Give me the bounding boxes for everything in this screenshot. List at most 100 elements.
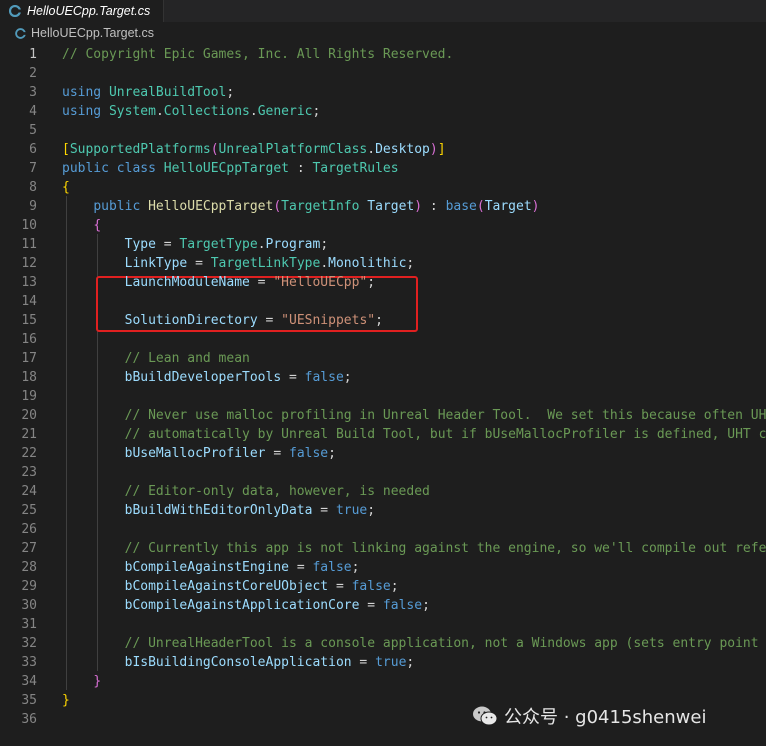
code-token: TargetType xyxy=(179,237,258,252)
line-number: 27 xyxy=(21,541,37,556)
code-token: ; xyxy=(367,503,376,518)
code-text: { xyxy=(62,178,70,197)
code-token: . xyxy=(257,237,266,252)
code-token: { xyxy=(93,218,102,233)
line-number: 9 xyxy=(29,199,37,214)
code-editor[interactable]: 1 // Copyright Epic Games, Inc. All Right… xyxy=(0,44,766,746)
code-token: TargetInfo xyxy=(281,199,360,214)
code-token: = xyxy=(359,598,383,613)
code-line[interactable]: 14 xyxy=(0,292,766,311)
line-number: 13 xyxy=(21,275,37,290)
code-line[interactable]: 3 using UnrealBuildTool; xyxy=(0,83,766,102)
code-token: = xyxy=(328,579,352,594)
code-line[interactable]: 34 } xyxy=(0,672,766,691)
code-token: LinkType xyxy=(124,256,188,271)
code-token: bBuildDeveloperTools xyxy=(124,370,282,385)
code-token: ) xyxy=(429,142,438,157)
code-line[interactable]: 19 xyxy=(0,387,766,406)
code-line[interactable]: 23 xyxy=(0,463,766,482)
code-token: . xyxy=(155,104,164,119)
line-number: 24 xyxy=(21,484,37,499)
code-token: UnrealBuildTool xyxy=(108,85,227,100)
tab-hello-uecpp-target[interactable]: HelloUECpp.Target.cs xyxy=(0,0,164,22)
code-line[interactable]: 13 LaunchModuleName = "HelloUECpp"; xyxy=(0,273,766,292)
line-number: 1 xyxy=(29,47,37,62)
code-line[interactable]: 32 // UnrealHeaderTool is a console appl… xyxy=(0,634,766,653)
code-text: using System.Collections.Generic; xyxy=(62,102,320,121)
code-line[interactable]: 26 xyxy=(0,520,766,539)
code-line[interactable]: 6 [SupportedPlatforms(UnrealPlatformClass… xyxy=(0,140,766,159)
code-line[interactable]: 12 LinkType = TargetLinkType.Monolithic; xyxy=(0,254,766,273)
line-number: 11 xyxy=(21,237,37,252)
code-token: HelloUECppTarget xyxy=(163,161,289,176)
code-line[interactable]: 4 using System.Collections.Generic; xyxy=(0,102,766,121)
code-token: ; xyxy=(226,85,235,100)
code-token: . xyxy=(320,256,329,271)
code-token: ; xyxy=(406,655,415,670)
line-number: 32 xyxy=(21,636,37,651)
code-line[interactable]: 9 public HelloUECppTarget(TargetInfo Tar… xyxy=(0,197,766,216)
code-token: = xyxy=(312,503,336,518)
line-number: 31 xyxy=(21,617,37,632)
code-token: ; xyxy=(343,370,352,385)
code-line[interactable]: 20 // Never use malloc profiling in Unre… xyxy=(0,406,766,425)
code-text: // Copyright Epic Games, Inc. All Rights… xyxy=(62,45,453,64)
code-text: bCompileAgainstCoreUObject = false; xyxy=(62,577,399,596)
code-line[interactable]: 30 bCompileAgainstApplicationCore = fals… xyxy=(0,596,766,615)
code-token: } xyxy=(62,693,70,708)
code-token: base xyxy=(445,199,477,214)
code-line[interactable]: 21 // automatically by Unreal Build Tool… xyxy=(0,425,766,444)
code-line[interactable]: 5 xyxy=(0,121,766,140)
line-number: 25 xyxy=(21,503,37,518)
code-token: ; xyxy=(351,560,360,575)
code-token: ( xyxy=(210,142,219,157)
code-line[interactable]: 28 bCompileAgainstEngine = false; xyxy=(0,558,766,577)
code-text: LaunchModuleName = "HelloUECpp"; xyxy=(62,273,375,292)
code-line[interactable]: 27 // Currently this app is not linking … xyxy=(0,539,766,558)
code-text: // Lean and mean xyxy=(62,349,250,368)
code-line[interactable]: 10 { xyxy=(0,216,766,235)
code-line[interactable]: 33 bIsBuildingConsoleApplication = true; xyxy=(0,653,766,672)
line-number: 10 xyxy=(21,218,37,233)
code-line[interactable]: 25 bBuildWithEditorOnlyData = true; xyxy=(0,501,766,520)
code-token: ; xyxy=(320,237,329,252)
code-token: = xyxy=(257,313,282,328)
code-line[interactable]: 1 // Copyright Epic Games, Inc. All Right… xyxy=(0,45,766,64)
code-token: "HelloUECpp" xyxy=(273,275,368,290)
code-token: HelloUECppTarget xyxy=(148,199,274,214)
line-number: 34 xyxy=(21,674,37,689)
code-line[interactable]: 8{ xyxy=(0,178,766,197)
code-token: = xyxy=(281,370,305,385)
code-line[interactable]: 31 xyxy=(0,615,766,634)
code-line[interactable]: 16 xyxy=(0,330,766,349)
code-line[interactable]: 15 SolutionDirectory = "UESnippets"; xyxy=(0,311,766,330)
tab-bar: HelloUECpp.Target.cs xyxy=(0,0,766,22)
code-line[interactable]: 24 // Editor-only data, however, is need… xyxy=(0,482,766,501)
code-line[interactable]: 18 bBuildDeveloperTools = false; xyxy=(0,368,766,387)
code-text: LinkType = TargetLinkType.Monolithic; xyxy=(62,254,415,273)
code-token: ; xyxy=(390,579,399,594)
code-token: bCompileAgainstEngine xyxy=(124,560,289,575)
code-line[interactable]: 11 Type = TargetType.Program; xyxy=(0,235,766,254)
code-line[interactable]: 7 public class HelloUECppTarget : TargetR… xyxy=(0,159,766,178)
code-text: [SupportedPlatforms(UnrealPlatformClass.… xyxy=(62,140,446,159)
breadcrumb: HelloUECpp.Target.cs xyxy=(0,22,766,44)
breadcrumb-file[interactable]: HelloUECpp.Target.cs xyxy=(31,26,154,40)
code-line[interactable]: 22 bUseMallocProfiler = false; xyxy=(0,444,766,463)
code-text: // automatically by Unreal Build Tool, b… xyxy=(62,425,766,444)
code-text: SolutionDirectory = "UESnippets"; xyxy=(62,311,383,330)
code-text: using UnrealBuildTool; xyxy=(62,83,234,102)
code-line[interactable]: 29 bCompileAgainstCoreUObject = false; xyxy=(0,577,766,596)
code-line[interactable]: 2 xyxy=(0,64,766,83)
code-token: Type xyxy=(124,237,156,252)
code-token: bIsBuildingConsoleApplication xyxy=(124,655,352,670)
code-line[interactable]: 17 // Lean and mean xyxy=(0,349,766,368)
